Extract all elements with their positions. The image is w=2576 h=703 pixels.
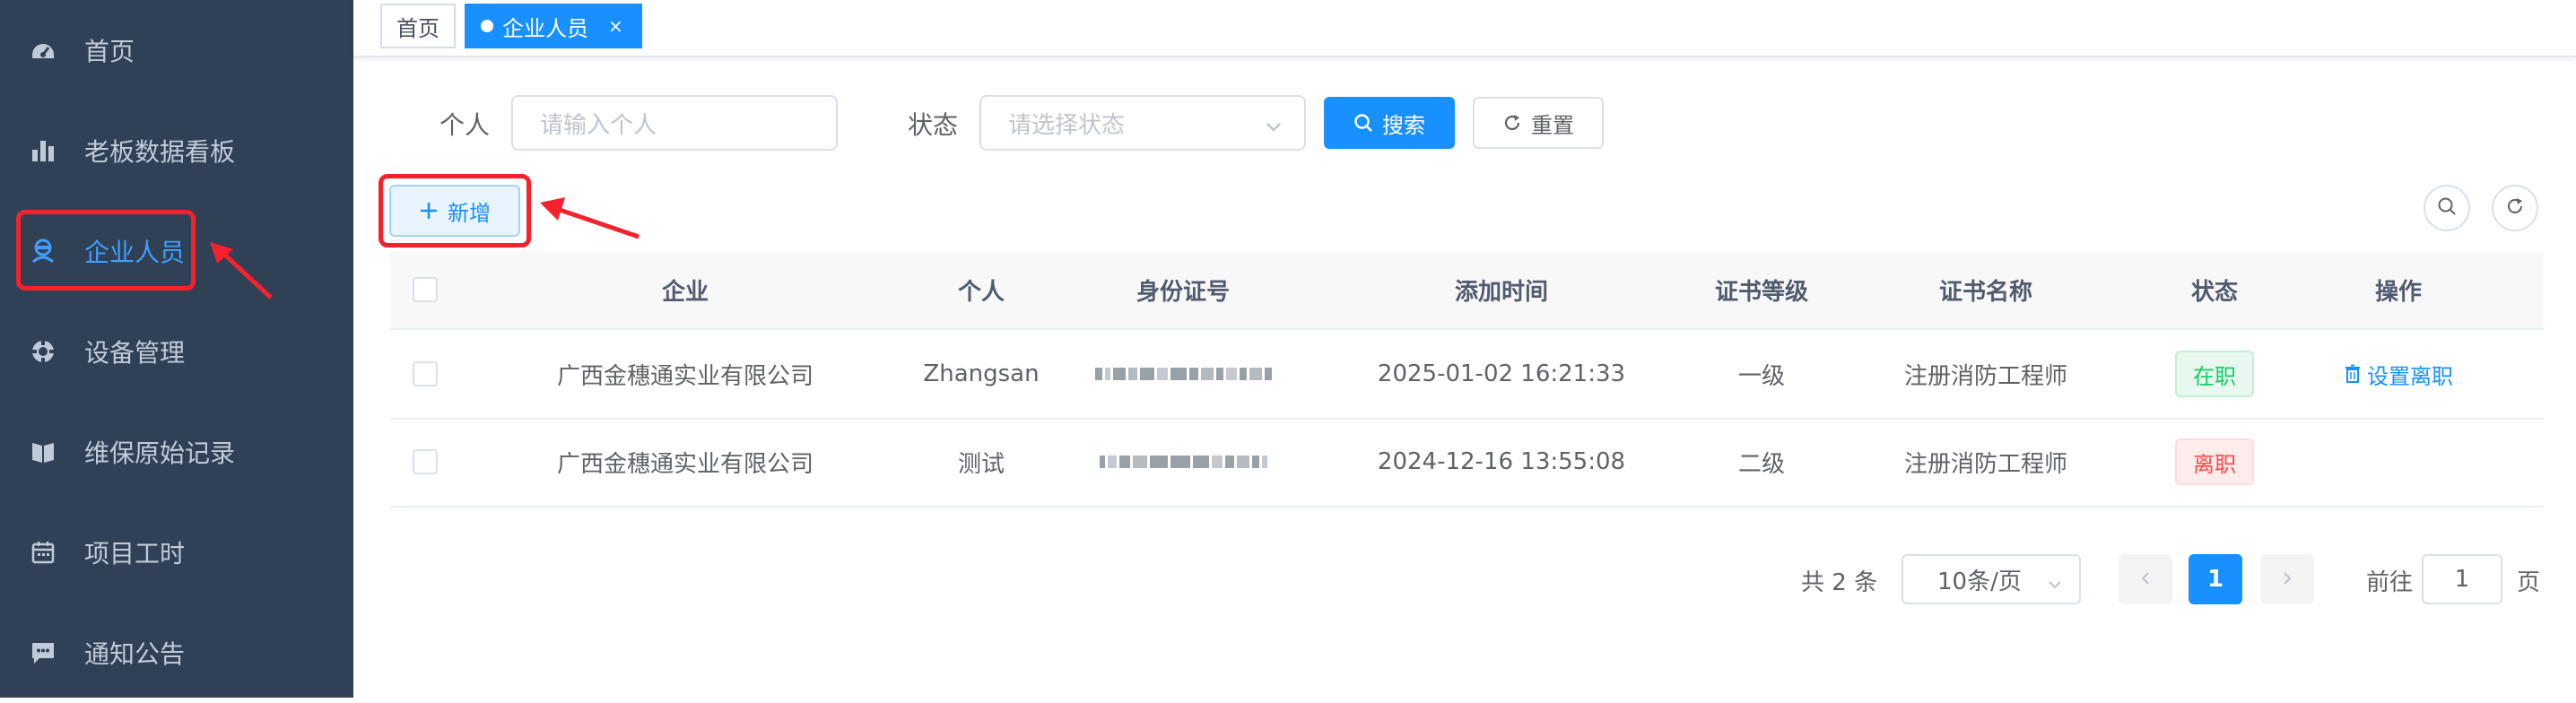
add-button[interactable]: 新增	[389, 185, 520, 237]
person-label: 个人	[439, 110, 491, 140]
refresh-icon	[2505, 196, 2525, 220]
header-person: 个人	[957, 278, 1005, 306]
sidebar-item-label: 维保原始记录	[84, 438, 236, 468]
header-cert-level: 证书等级	[1714, 278, 1808, 306]
status-select-placeholder: 请选择状态	[1008, 111, 1126, 139]
tags-view-bar: 首页 企业人员 ×	[353, 0, 2576, 57]
bar-chart-icon	[29, 136, 57, 165]
cell-cert-name: 注册消防工程师	[1903, 450, 2067, 478]
tab-enterprise-staff[interactable]: 企业人员 ×	[465, 4, 642, 48]
cell-person-link[interactable]: 测试	[909, 418, 1053, 506]
cell-status: 在职	[2138, 330, 2291, 418]
goto-label: 前往	[2366, 569, 2414, 596]
cell-added-time: 2025-01-02 16:21:33	[1377, 360, 1626, 387]
sidebar-item-label: 老板数据看板	[84, 137, 236, 167]
status-select[interactable]: 请选择状态	[979, 95, 1306, 151]
cell-id-number-redacted	[1053, 330, 1313, 418]
message-icon	[29, 638, 57, 667]
toggle-search-button[interactable]	[2424, 185, 2470, 231]
sidebar-item-label: 项目工时	[84, 539, 186, 568]
search-icon	[2437, 196, 2457, 220]
annotation-arrow-add	[540, 197, 640, 239]
reset-button[interactable]: 重置	[1473, 97, 1604, 149]
cell-cert-level: 二级	[1737, 450, 1785, 478]
search-icon	[1353, 113, 1373, 133]
set-resigned-button[interactable]: 设置离职	[2344, 359, 2453, 390]
row-checkbox-cell	[389, 330, 461, 418]
chevron-left-icon	[2138, 566, 2153, 593]
status-badge: 在职	[2175, 351, 2254, 397]
page-number-current[interactable]: 1	[2189, 554, 2242, 604]
dashboard-icon	[29, 36, 57, 65]
redacted-id-number	[1099, 456, 1267, 468]
cell-added-time: 2024-12-16 13:55:08	[1377, 448, 1626, 475]
header-actions: 操作	[2374, 278, 2422, 306]
status-label: 状态	[908, 110, 959, 140]
sidebar: 首页 老板数据看板 企业人员 设备管理 维保原始记录 项目工时 通知公告	[0, 0, 353, 698]
cell-cert-level: 一级	[1737, 362, 1785, 390]
sidebar-item-boss-dashboard[interactable]: 老板数据看板	[0, 100, 353, 201]
plus-icon	[419, 201, 439, 221]
sidebar-item-notices[interactable]: 通知公告	[0, 603, 353, 703]
sidebar-item-maintenance-records[interactable]: 维保原始记录	[0, 402, 353, 502]
next-page-button[interactable]	[2260, 554, 2314, 604]
refresh-icon	[1502, 113, 1522, 133]
trash-icon	[2344, 364, 2362, 384]
set-resigned-label: 设置离职	[2367, 363, 2453, 389]
row-checkbox-cell	[389, 418, 461, 506]
add-button-label: 新增	[448, 200, 491, 226]
sidebar-item-label: 首页	[84, 37, 135, 66]
header-cert-name: 证书名称	[1938, 278, 2032, 306]
table-row: 广西金穗通实业有限公司 测试 2024-12-16 13:55:08 二级 注册…	[389, 418, 2544, 508]
chevron-down-icon	[1265, 115, 1283, 142]
header-company: 企业	[661, 278, 709, 306]
tab-home[interactable]: 首页	[380, 4, 456, 48]
row-checkbox[interactable]	[413, 449, 438, 474]
person-input-placeholder: 请输入个人	[540, 111, 657, 139]
cell-person-link[interactable]: Zhangsan	[909, 330, 1053, 418]
page-size-select[interactable]: 10条/页	[1902, 554, 2081, 604]
person-search-input[interactable]: 请输入个人	[511, 95, 838, 151]
settings-icon	[29, 337, 57, 366]
select-all-checkbox-cell	[389, 251, 461, 328]
cell-company: 广西金穗通实业有限公司	[556, 362, 814, 390]
close-icon[interactable]: ×	[608, 15, 623, 37]
cell-id-number-redacted	[1053, 418, 1313, 506]
cell-status: 离职	[2138, 418, 2291, 506]
annotation-highlight-sidebar	[16, 210, 196, 291]
sidebar-item-label: 通知公告	[84, 639, 186, 669]
prev-page-button[interactable]	[2119, 554, 2172, 604]
redacted-id-number	[1094, 368, 1272, 380]
cell-company: 广西金穗通实业有限公司	[556, 450, 814, 478]
table-header: 企业 个人 身份证号 添加时间 证书等级 证书名称 状态 操作	[389, 251, 2544, 330]
chevron-down-icon	[2047, 572, 2063, 599]
sidebar-item-project-hours[interactable]: 项目工时	[0, 502, 353, 603]
sidebar-item-device-management[interactable]: 设备管理	[0, 301, 353, 402]
active-dot-icon	[481, 20, 493, 32]
cell-cert-name: 注册消防工程师	[1903, 362, 2067, 390]
book-icon	[29, 438, 57, 466]
row-checkbox[interactable]	[413, 361, 438, 386]
status-badge: 离职	[2175, 438, 2254, 485]
tab-label: 企业人员	[502, 15, 588, 41]
page-suffix: 页	[2517, 569, 2541, 596]
select-all-checkbox[interactable]	[413, 277, 438, 302]
table-row: 广西金穗通实业有限公司 Zhangsan 2025-01-02 16:21:33…	[389, 330, 2544, 420]
reset-button-label: 重置	[1531, 112, 1574, 138]
page-size-value: 10条/页	[1937, 568, 2022, 595]
search-button[interactable]: 搜索	[1324, 97, 1455, 149]
chevron-right-icon	[2280, 566, 2294, 593]
calendar-icon	[29, 538, 57, 567]
pagination-total: 共 2 条	[1801, 569, 1878, 596]
header-added-time: 添加时间	[1454, 278, 1548, 306]
search-button-label: 搜索	[1382, 112, 1425, 138]
header-id-number: 身份证号	[1136, 278, 1230, 306]
goto-page-input[interactable]: 1	[2422, 554, 2502, 604]
cell-actions	[2291, 418, 2506, 506]
refresh-table-button[interactable]	[2492, 185, 2538, 231]
sidebar-item-label: 设备管理	[84, 338, 186, 368]
header-status: 状态	[2190, 278, 2238, 306]
sidebar-item-home[interactable]: 首页	[0, 0, 353, 100]
cell-actions: 设置离职	[2291, 330, 2506, 418]
